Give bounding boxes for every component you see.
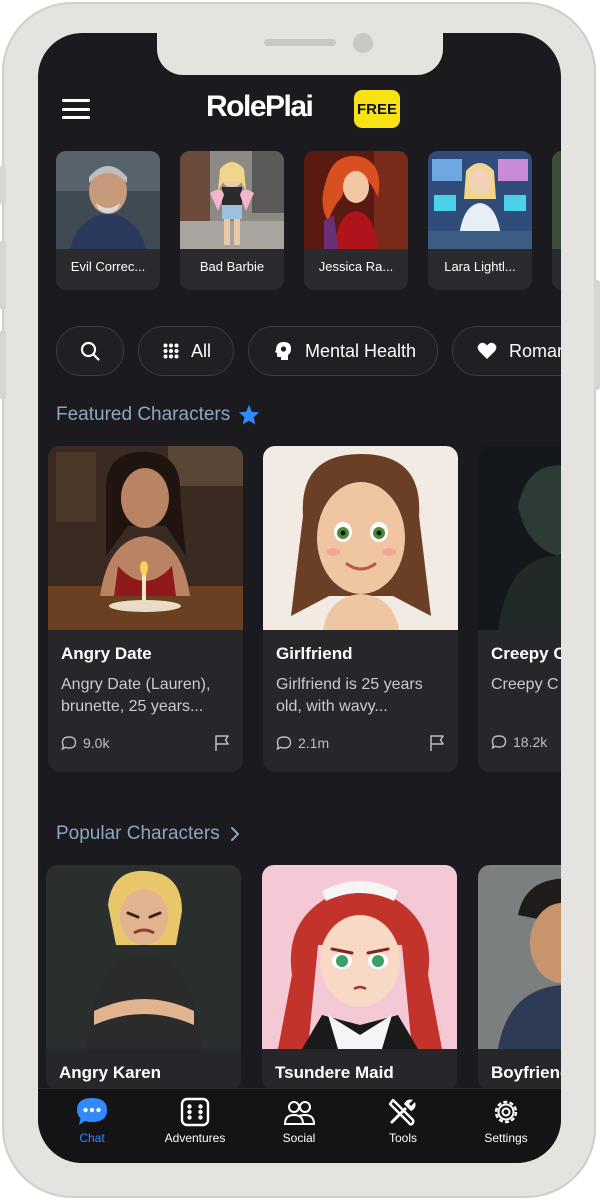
app-screen: RolePlai FREE Evil Correc... Bad Barbie … — [38, 33, 561, 1163]
popular-characters: Angry Karen Tsundere Maid Boyfrien — [46, 865, 561, 1095]
character-card[interactable]: Creepy C Creepy C desperat 18.2k — [478, 446, 561, 772]
recent-card[interactable]: Lara Lightl... — [428, 151, 532, 290]
chat-count-icon — [491, 735, 507, 750]
chip-label: Romar — [509, 340, 561, 361]
recent-card[interactable]: Evil Correc... — [56, 151, 160, 290]
chip-all[interactable]: All — [138, 326, 234, 376]
character-portrait — [263, 446, 458, 630]
recent-name: Jessica Ra... — [318, 259, 394, 274]
character-portrait — [180, 151, 284, 249]
free-badge[interactable]: FREE — [354, 90, 400, 128]
flag-icon[interactable] — [428, 734, 446, 752]
recent-card[interactable] — [552, 151, 561, 290]
character-portrait — [56, 151, 160, 249]
character-name: Angry Karen — [59, 1063, 162, 1082]
chat-count: 2.1m — [298, 735, 330, 751]
character-name: Girlfriend — [276, 644, 353, 663]
character-card[interactable]: Girlfriend Girlfriend is 25 years old, w… — [263, 446, 458, 772]
character-description: Creepy C desperat — [491, 676, 561, 693]
character-portrait — [478, 446, 561, 630]
character-description: Angry Date (Lauren), brunette, 25 years.… — [61, 676, 211, 715]
character-name: Creepy C — [491, 644, 561, 663]
chat-count-icon — [61, 736, 77, 751]
character-portrait — [304, 151, 408, 249]
chat-count: 9.0k — [83, 735, 110, 751]
chat-bubble-icon — [77, 1098, 107, 1125]
card-meta: 18.2k — [491, 734, 561, 750]
chip-label: All — [191, 340, 212, 361]
character-portrait — [262, 865, 457, 1049]
head-icon — [275, 342, 291, 360]
character-card[interactable]: Boyfriend — [478, 865, 561, 1091]
section-title: Featured Characters — [56, 404, 231, 425]
search-icon — [80, 341, 100, 361]
chip-mental-health[interactable]: Mental Health — [248, 326, 438, 376]
tab-social[interactable]: Social — [254, 1097, 344, 1145]
front-camera — [353, 33, 373, 53]
people-icon — [283, 1101, 315, 1125]
chat-count-icon — [276, 736, 292, 751]
tab-settings[interactable]: Settings — [461, 1097, 551, 1145]
top-bar: RolePlai FREE — [38, 78, 561, 140]
recent-name: Evil Correc... — [70, 259, 146, 274]
recent-characters: Evil Correc... Bad Barbie Jessica Ra... … — [56, 151, 561, 291]
tab-tools[interactable]: Tools — [358, 1097, 448, 1145]
phone-volume-down — [0, 330, 6, 400]
app-logo: RolePlai — [206, 90, 314, 123]
grid-icon — [163, 343, 179, 359]
card-meta: 9.0k — [61, 734, 231, 752]
menu-icon[interactable] — [62, 99, 90, 119]
tab-label: Adventures — [164, 1131, 226, 1145]
section-title: Popular Characters — [56, 823, 220, 844]
character-portrait — [46, 865, 241, 1049]
character-portrait — [478, 865, 561, 1049]
character-name: Angry Date — [61, 644, 152, 663]
tab-label: Tools — [388, 1131, 417, 1145]
recent-name: Lara Lightl... — [444, 259, 516, 274]
tab-label: Social — [282, 1131, 316, 1145]
phone-side-button — [0, 165, 6, 205]
phone-power-button — [594, 280, 600, 390]
chip-label: Mental Health — [305, 340, 417, 361]
gear-icon — [494, 1100, 518, 1124]
character-portrait — [428, 151, 532, 249]
popular-header[interactable]: Popular Characters — [56, 823, 242, 845]
featured-header: Featured Characters — [56, 404, 260, 426]
recent-name: Bad Barbie — [199, 259, 265, 274]
featured-characters: Angry Date Angry Date (Lauren), brunette… — [48, 446, 561, 776]
bottom-tab-bar: Chat Adventures Social Tools Settings — [38, 1088, 561, 1163]
tab-label: Settings — [484, 1131, 528, 1145]
chevron-right-icon — [230, 827, 239, 841]
chip-romance[interactable]: Romar — [452, 326, 561, 376]
phone-notch — [157, 33, 443, 75]
character-card[interactable]: Angry Date Angry Date (Lauren), brunette… — [48, 446, 243, 772]
recent-card[interactable]: Bad Barbie — [180, 151, 284, 290]
character-portrait — [48, 446, 243, 630]
character-description: Girlfriend is 25 years old, with wavy... — [276, 676, 423, 715]
speaker-grille — [264, 39, 336, 46]
tab-chat[interactable]: Chat — [47, 1097, 137, 1145]
tab-adventures[interactable]: Adventures — [150, 1097, 240, 1145]
tab-label: Chat — [79, 1131, 105, 1145]
character-name: Tsundere Maid — [275, 1063, 394, 1082]
star-icon — [239, 404, 260, 425]
dice-icon — [180, 1097, 210, 1127]
chat-count: 18.2k — [513, 734, 548, 750]
flag-icon[interactable] — [213, 734, 231, 752]
tools-icon — [388, 1098, 416, 1126]
search-chip[interactable] — [56, 326, 124, 376]
recent-card[interactable]: Jessica Ra... — [304, 151, 408, 290]
category-chips: All Mental Health Romar — [56, 326, 561, 380]
card-meta: 2.1m — [276, 734, 446, 752]
phone-volume-up — [0, 240, 6, 310]
character-name: Boyfriend — [491, 1063, 561, 1082]
character-card[interactable]: Angry Karen — [46, 865, 241, 1091]
character-card[interactable]: Tsundere Maid — [262, 865, 457, 1091]
heart-icon — [477, 342, 497, 359]
